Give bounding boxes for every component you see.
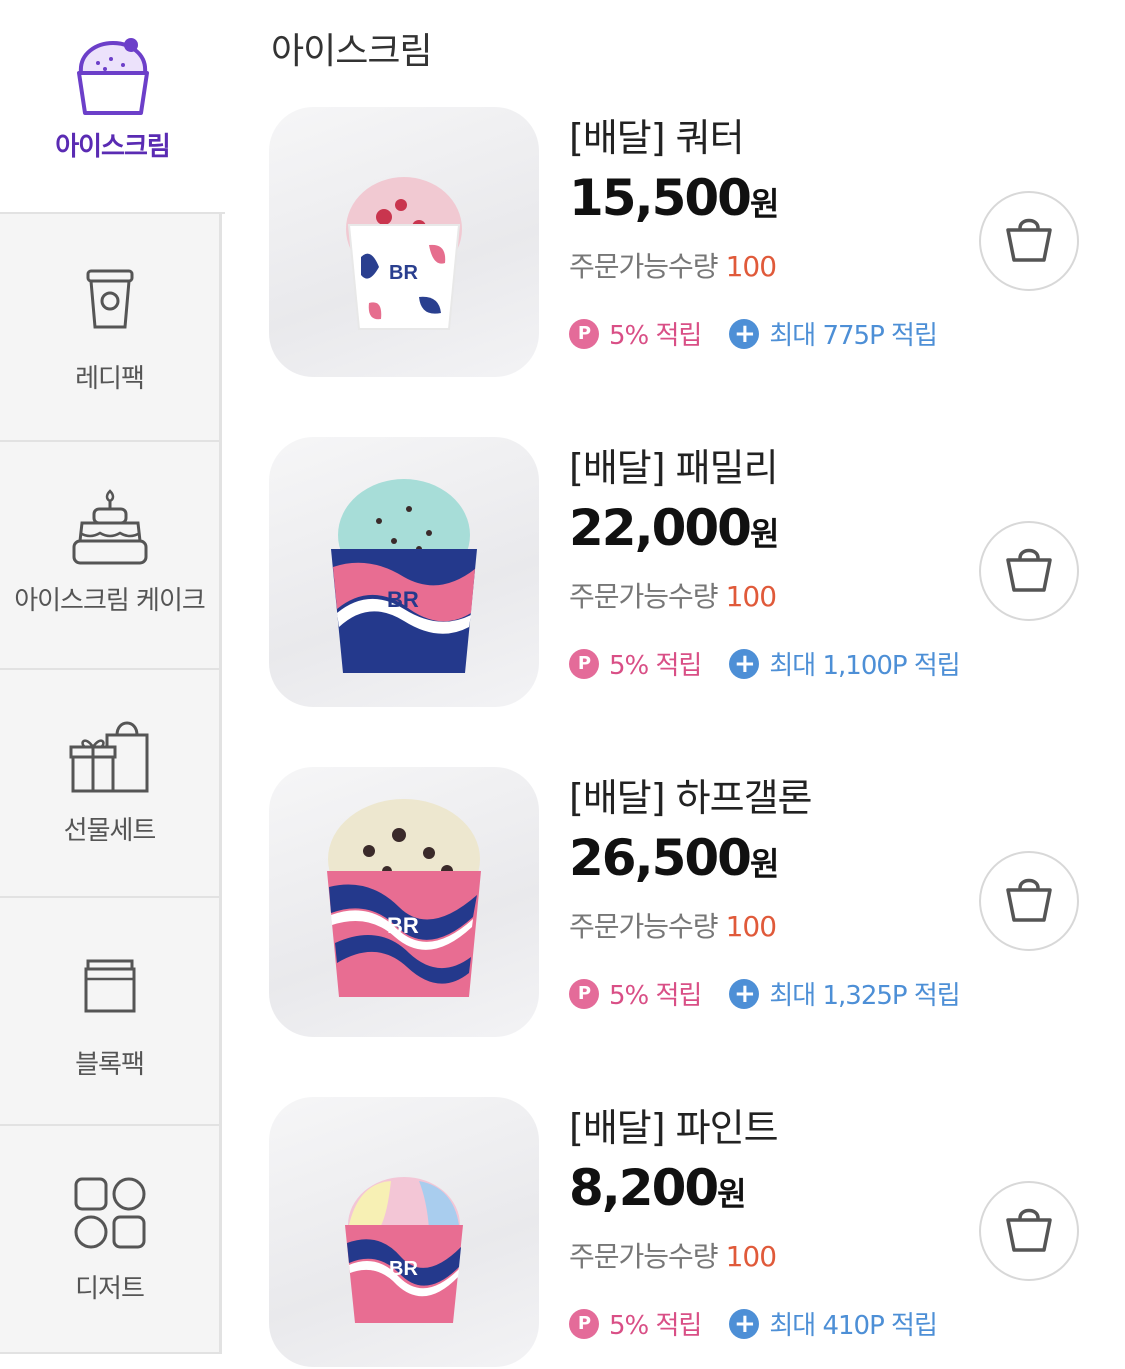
price-currency: 원 xyxy=(749,845,780,883)
product-name[interactable]: [배달] 하프갤론 xyxy=(569,767,812,822)
sidebar-item-gift-set[interactable]: 선물세트 xyxy=(0,670,222,898)
shopping-bag-icon xyxy=(1006,878,1052,922)
sidebar-item-label: 아이스크림 케이크 xyxy=(14,586,206,616)
add-to-cart-button[interactable] xyxy=(979,191,1079,291)
price-currency: 원 xyxy=(717,1175,747,1213)
point-p-icon: P xyxy=(569,648,599,679)
price-currency: 원 xyxy=(749,185,780,223)
product-image-half-gallon[interactable]: BR xyxy=(269,767,539,1037)
product-price: 8,200원 xyxy=(569,1159,747,1217)
product-card: BR [배달] 파인트 8,200원 주문가능수량 100 P 5% 적립 + 최… xyxy=(269,1097,1119,1369)
qty-label: 주문가능수량 xyxy=(569,580,719,613)
sidebar-item-label: 선물세트 xyxy=(63,816,157,846)
qty-label: 주문가능수량 xyxy=(569,1240,719,1273)
point-p-icon: P xyxy=(569,318,599,349)
product-price: 22,000원 xyxy=(569,499,779,557)
svg-text:BR: BR xyxy=(387,587,419,612)
qty-label: 주문가능수량 xyxy=(569,250,719,283)
product-price: 26,500원 xyxy=(569,829,779,887)
point-rate: 5% 적립 xyxy=(609,651,702,681)
plus-circle-icon: + xyxy=(729,1308,760,1339)
block-pack-icon xyxy=(65,942,155,1032)
sidebar-item-block-pack[interactable]: 블록팩 xyxy=(0,898,222,1126)
qty-value: 100 xyxy=(725,910,777,943)
product-card: BR [배달] 패밀리 22,000원 주문가능수량 100 P 5% 적립 + … xyxy=(269,437,1119,709)
shopping-bag-icon xyxy=(1006,218,1052,262)
point-rate: 5% 적립 xyxy=(609,981,702,1011)
order-quantity: 주문가능수량 100 xyxy=(569,1235,777,1275)
order-quantity: 주문가능수량 100 xyxy=(569,905,777,945)
cup-icon xyxy=(65,254,155,344)
sidebar-item-icecream-cake[interactable]: 아이스크림 케이크 xyxy=(0,442,222,670)
points-info: P 5% 적립 + 최대 1,100P 적립 xyxy=(569,645,961,682)
max-points: 최대 775P 적립 xyxy=(769,321,938,351)
add-to-cart-button[interactable] xyxy=(979,1181,1079,1281)
product-image-quarter[interactable]: BR xyxy=(269,107,539,377)
product-name[interactable]: [배달] 파인트 xyxy=(569,1097,779,1152)
shopping-bag-icon xyxy=(1006,548,1052,592)
plus-circle-icon: + xyxy=(729,648,760,679)
product-name[interactable]: [배달] 쿼터 xyxy=(569,107,745,162)
sidebar-item-label: 블록팩 xyxy=(75,1050,145,1080)
gift-set-icon xyxy=(65,710,155,800)
cake-icon xyxy=(65,482,155,572)
order-quantity: 주문가능수량 100 xyxy=(569,575,777,615)
sidebar-item-dessert[interactable]: 디저트 xyxy=(0,1126,222,1354)
price-value: 26,500 xyxy=(569,829,752,887)
sidebar-item-label: 디저트 xyxy=(75,1274,145,1304)
order-quantity: 주문가능수량 100 xyxy=(569,245,777,285)
plus-circle-icon: + xyxy=(729,318,760,349)
product-card: BR [배달] 하프갤론 26,500원 주문가능수량 100 P 5% 적립 +… xyxy=(269,767,1119,1039)
points-info: P 5% 적립 + 최대 410P 적립 xyxy=(569,1305,938,1342)
max-points: 최대 410P 적립 xyxy=(769,1311,938,1341)
svg-text:BR: BR xyxy=(387,913,419,938)
svg-text:BR: BR xyxy=(389,1258,418,1280)
product-image-family[interactable]: BR xyxy=(269,437,539,707)
dessert-icon xyxy=(65,1168,155,1258)
price-value: 22,000 xyxy=(569,499,752,557)
price-value: 15,500 xyxy=(569,169,752,227)
sidebar-item-label: 아이스크림 xyxy=(55,132,171,162)
max-points: 최대 1,100P 적립 xyxy=(769,651,960,681)
shopping-bag-icon xyxy=(1006,1208,1052,1252)
point-p-icon: P xyxy=(569,978,599,1009)
section-title: 아이스크림 xyxy=(271,31,433,72)
product-name[interactable]: [배달] 패밀리 xyxy=(569,437,779,492)
product-card: BR [배달] 쿼터 15,500원 주문가능수량 100 P 5% 적립 + 최… xyxy=(269,107,1119,379)
point-rate: 5% 적립 xyxy=(609,1311,702,1341)
qty-value: 100 xyxy=(725,250,777,283)
qty-value: 100 xyxy=(725,1240,777,1273)
qty-value: 100 xyxy=(725,580,777,613)
price-currency: 원 xyxy=(749,515,780,553)
product-price: 15,500원 xyxy=(569,169,779,227)
sidebar-item-icecream[interactable]: 아이스크림 xyxy=(0,0,225,214)
point-p-icon: P xyxy=(569,1308,599,1339)
price-value: 8,200 xyxy=(569,1159,719,1217)
sidebar-item-label: 레디팩 xyxy=(75,364,145,394)
sidebar-item-readypack[interactable]: 레디팩 xyxy=(0,214,222,442)
points-info: P 5% 적립 + 최대 1,325P 적립 xyxy=(569,975,961,1012)
add-to-cart-button[interactable] xyxy=(979,521,1079,621)
product-image-pint[interactable]: BR xyxy=(269,1097,539,1367)
svg-text:BR: BR xyxy=(389,262,418,284)
points-info: P 5% 적립 + 최대 775P 적립 xyxy=(569,315,938,352)
category-sidebar: 아이스크림 레디팩 아이스크림 케이크 선물세트 블록팩 디저트 xyxy=(0,0,225,1367)
add-to-cart-button[interactable] xyxy=(979,851,1079,951)
point-rate: 5% 적립 xyxy=(609,321,702,351)
qty-label: 주문가능수량 xyxy=(569,910,719,943)
max-points: 최대 1,325P 적립 xyxy=(769,981,960,1011)
cupcake-icon xyxy=(68,30,158,120)
plus-circle-icon: + xyxy=(729,978,760,1009)
